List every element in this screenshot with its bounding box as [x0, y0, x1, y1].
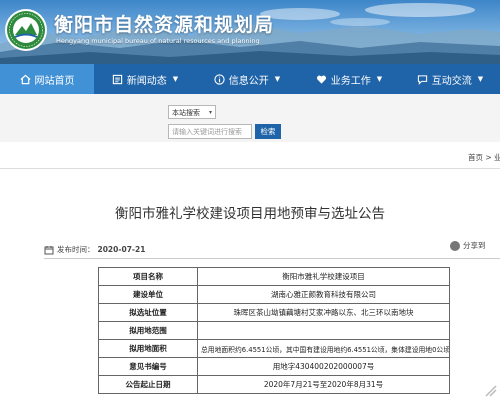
nav-item-news[interactable]: 新闻动态 ▼	[94, 64, 196, 94]
table-key: 拟用地面积	[98, 339, 198, 358]
table-row: 意见书编号 用地字430400202000007号	[98, 357, 450, 376]
site-title: 衡阳市自然资源和规划局	[54, 14, 275, 36]
scroll-corner-icon[interactable]	[484, 384, 498, 398]
chevron-down-icon: ▼	[477, 75, 484, 83]
home-icon	[20, 74, 30, 84]
heart-icon	[316, 75, 326, 84]
news-icon	[112, 74, 122, 84]
table-row: 拟用地面积 总用地面积约6.4551公顷，其中国有建设用地约6.4551公顷，集…	[98, 339, 450, 358]
nav-item-business[interactable]: 业务工作 ▼	[298, 64, 400, 94]
main-nav: 网站首页 新闻动态 ▼ 信息公开 ▼ 业务工作 ▼ 互动交流 ▼	[0, 64, 500, 94]
calendar-icon	[44, 245, 54, 254]
publish-label: 发布时间：	[57, 245, 95, 254]
page-title: 衡阳市雅礼学校建设项目用地预审与选址公告	[115, 206, 385, 222]
table-key: 公告起止日期	[98, 375, 198, 394]
table-value	[197, 321, 450, 340]
table-key: 建设单位	[98, 285, 198, 304]
site-banner: 衡阳市自然资源和规划局 Hengyang municipal bureau of…	[0, 0, 500, 64]
table-key: 项目名称	[98, 267, 198, 286]
nav-item-info[interactable]: 信息公开 ▼	[196, 64, 298, 94]
table-row: 公告起止日期 2020年7月21号至2020年8月31号	[98, 375, 450, 394]
table-row: 建设单位 湖南心雅正颜教育科技有限公司	[98, 285, 450, 304]
publish-date: 2020-07-21	[97, 245, 146, 254]
chevron-down-icon: ▼	[376, 75, 383, 83]
chat-icon	[417, 74, 427, 85]
breadcrumb-bar: 首页 > 业	[0, 148, 500, 169]
table-value: 湖南心雅正颜教育科技有限公司	[197, 285, 450, 304]
table-key: 拟选址位置	[98, 303, 198, 322]
nav-item-label: 业务工作	[330, 75, 371, 87]
emblem-logo-icon	[5, 9, 47, 51]
share-icon	[450, 240, 460, 251]
publish-meta: 发布时间： 2020-07-21	[44, 244, 145, 255]
nav-item-home[interactable]: 网站首页	[0, 64, 94, 94]
divider	[44, 258, 500, 259]
share-widget[interactable]: 分享到	[450, 240, 486, 251]
nav-item-interaction[interactable]: 互动交流 ▼	[400, 64, 500, 94]
table-value: 2020年7月21号至2020年8月31号	[197, 375, 450, 394]
breadcrumb[interactable]: 首页 > 业	[468, 152, 500, 163]
table-key: 意见书编号	[98, 357, 198, 376]
search-input[interactable]	[168, 124, 252, 139]
table-value: 总用地面积约6.4551公顷，其中国有建设用地约6.4551公顷，集体建设用地0…	[197, 339, 450, 358]
info-icon	[214, 73, 225, 85]
nav-item-label: 互动交流	[431, 75, 472, 87]
nav-item-label: 新闻动态	[126, 75, 167, 87]
site-subtitle-en: Hengyang municipal bureau of natural res…	[56, 37, 260, 45]
table-row: 拟用地范围	[98, 321, 450, 340]
table-row: 拟选址位置 珠晖区茶山坳镇藕塘村艾家冲路以东、北三环以南地块	[98, 303, 450, 322]
search-scope-select[interactable]: 本站搜索 ▾	[168, 105, 216, 119]
table-value: 衡阳市雅礼学校建设项目	[197, 267, 450, 286]
chevron-down-icon: ▼	[172, 75, 179, 83]
search-scope-label: 本站搜索	[172, 109, 200, 117]
nav-item-label: 信息公开	[228, 75, 269, 87]
chevron-down-icon: ▾	[208, 109, 212, 116]
table-row: 项目名称 衡阳市雅礼学校建设项目	[98, 267, 450, 286]
table-value: 用地字430400202000007号	[197, 357, 450, 376]
table-key: 拟用地范围	[98, 321, 198, 340]
project-info-table: 项目名称 衡阳市雅礼学校建设项目 建设单位 湖南心雅正颜教育科技有限公司 拟选址…	[98, 267, 450, 394]
chevron-down-icon: ▼	[274, 75, 281, 83]
share-label: 分享到	[463, 241, 486, 250]
search-button[interactable]: 检索	[255, 124, 281, 139]
table-value: 珠晖区茶山坳镇藕塘村艾家冲路以东、北三环以南地块	[197, 303, 450, 322]
nav-item-label: 网站首页	[34, 75, 75, 87]
